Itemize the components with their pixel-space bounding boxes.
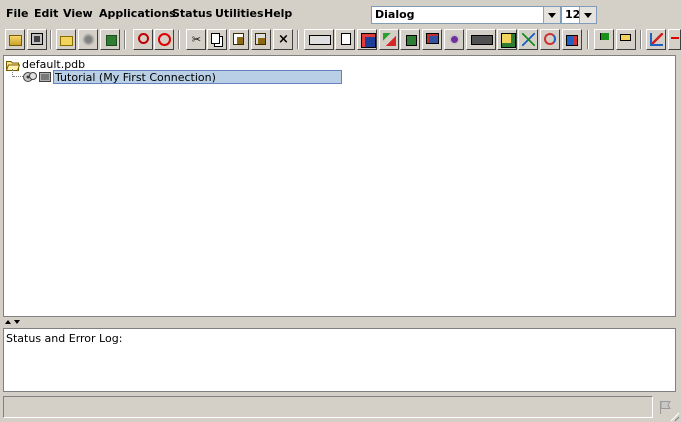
menu-file[interactable]: File xyxy=(6,4,29,24)
refresh-button[interactable] xyxy=(540,29,560,50)
terminal-icon xyxy=(39,72,51,82)
menu-edit[interactable]: Edit xyxy=(34,4,58,24)
copy-button[interactable] xyxy=(207,29,227,50)
save-icon xyxy=(31,33,43,45)
menu-file-label: File xyxy=(6,7,29,20)
resize-grip-icon[interactable] xyxy=(668,410,680,422)
cut-button[interactable]: ✂ xyxy=(186,29,206,50)
refresh-icon xyxy=(544,33,556,45)
open-button[interactable] xyxy=(5,29,25,50)
menu-view-label: View xyxy=(63,7,93,20)
toolbar-separator xyxy=(50,30,52,49)
stop-button[interactable] xyxy=(154,29,174,50)
network-icon xyxy=(522,33,535,46)
gears-button[interactable] xyxy=(444,29,464,50)
tree-node-connection[interactable]: Tutorial (My First Connection) xyxy=(4,70,404,84)
home-icon xyxy=(106,35,117,46)
menu-help-label: Help xyxy=(264,7,293,20)
chevron-down-icon[interactable] xyxy=(543,7,560,23)
toolbar-overflow-button[interactable] xyxy=(668,29,681,50)
flag-icon xyxy=(600,33,609,40)
delete-icon: × xyxy=(278,32,289,47)
stop-icon xyxy=(158,33,171,46)
collapse-up-icon[interactable] xyxy=(5,320,11,324)
collapse-down-icon[interactable] xyxy=(14,320,20,324)
open-folder-icon xyxy=(9,35,22,46)
connection-icon xyxy=(23,72,37,82)
copy-icon xyxy=(211,33,220,44)
browser-icon xyxy=(361,33,376,48)
menu-utilities-label: Utilities xyxy=(215,7,264,20)
document-gear-button[interactable] xyxy=(335,29,355,50)
menu-view[interactable]: View xyxy=(63,4,93,24)
folder-refresh-icon xyxy=(501,33,516,48)
chart-button[interactable] xyxy=(646,29,666,50)
signpost-button[interactable] xyxy=(616,29,636,50)
toolbar-separator xyxy=(640,30,642,49)
home-button[interactable] xyxy=(100,29,120,50)
toolbar-separator xyxy=(587,30,589,49)
toolbar-separator xyxy=(297,30,299,49)
tools-button[interactable] xyxy=(379,29,399,50)
font-size-combo[interactable]: 12 xyxy=(561,6,597,24)
folder-refresh-button[interactable] xyxy=(497,29,517,50)
house-lock-icon xyxy=(406,35,417,46)
connection-tree[interactable]: default.pdb Tutorial (My First Connectio… xyxy=(3,55,676,317)
find-button[interactable] xyxy=(133,29,153,50)
gears-icon xyxy=(448,33,461,46)
delete-button[interactable]: × xyxy=(273,29,293,50)
paste-button[interactable] xyxy=(229,29,249,50)
keyboard-button[interactable] xyxy=(304,29,334,50)
save-button[interactable] xyxy=(27,29,47,50)
menu-help[interactable]: Help xyxy=(264,4,292,24)
lock-icon xyxy=(566,35,578,46)
font-family-combo[interactable]: Dialog xyxy=(371,6,561,24)
toolbar: ✂ × xyxy=(0,29,681,53)
menu-status[interactable]: Status xyxy=(172,4,212,24)
paste-icon xyxy=(233,33,244,45)
signpost-icon xyxy=(620,34,631,41)
font-family-value: Dialog xyxy=(375,8,415,21)
find-icon xyxy=(138,33,149,44)
house-lock-button[interactable] xyxy=(400,29,420,50)
menu-applications[interactable]: Applications xyxy=(99,4,176,24)
toolbar-separator xyxy=(124,30,126,49)
tree-connection-label: Tutorial (My First Connection) xyxy=(53,70,342,84)
paste-special-icon xyxy=(255,33,266,45)
network-button[interactable] xyxy=(518,29,538,50)
chart-icon xyxy=(650,33,663,46)
chart-icon xyxy=(671,33,679,46)
menu-bar: File Edit View Applications Status Utili… xyxy=(0,4,360,24)
menu-edit-label: Edit xyxy=(34,7,59,20)
split-divider[interactable] xyxy=(0,318,681,327)
browser-button[interactable] xyxy=(357,29,377,50)
terminal-button[interactable] xyxy=(466,29,496,50)
monitor-button[interactable] xyxy=(422,29,442,50)
new-folder-icon xyxy=(60,36,73,46)
log-label: Status and Error Log: xyxy=(6,332,123,345)
connection-settings-icon xyxy=(82,33,95,46)
menu-applications-label: Applications xyxy=(99,7,176,20)
menu-status-label: Status xyxy=(172,7,213,20)
new-folder-button[interactable] xyxy=(56,29,76,50)
cut-icon: ✂ xyxy=(191,33,202,46)
menu-utilities[interactable]: Utilities xyxy=(215,4,264,24)
paste-special-button[interactable] xyxy=(251,29,271,50)
monitor-icon xyxy=(426,33,439,44)
lock-button[interactable] xyxy=(562,29,582,50)
keyboard-icon xyxy=(309,35,331,45)
chevron-down-icon[interactable] xyxy=(579,7,596,23)
tools-icon xyxy=(383,33,396,46)
status-bar xyxy=(3,396,653,418)
toolbar-separator xyxy=(178,30,180,49)
document-gear-icon xyxy=(341,33,351,45)
terminal-icon xyxy=(471,35,493,45)
connection-settings-button[interactable] xyxy=(78,29,98,50)
status-error-log[interactable]: Status and Error Log: xyxy=(3,328,676,392)
flag-button[interactable] xyxy=(594,29,614,50)
